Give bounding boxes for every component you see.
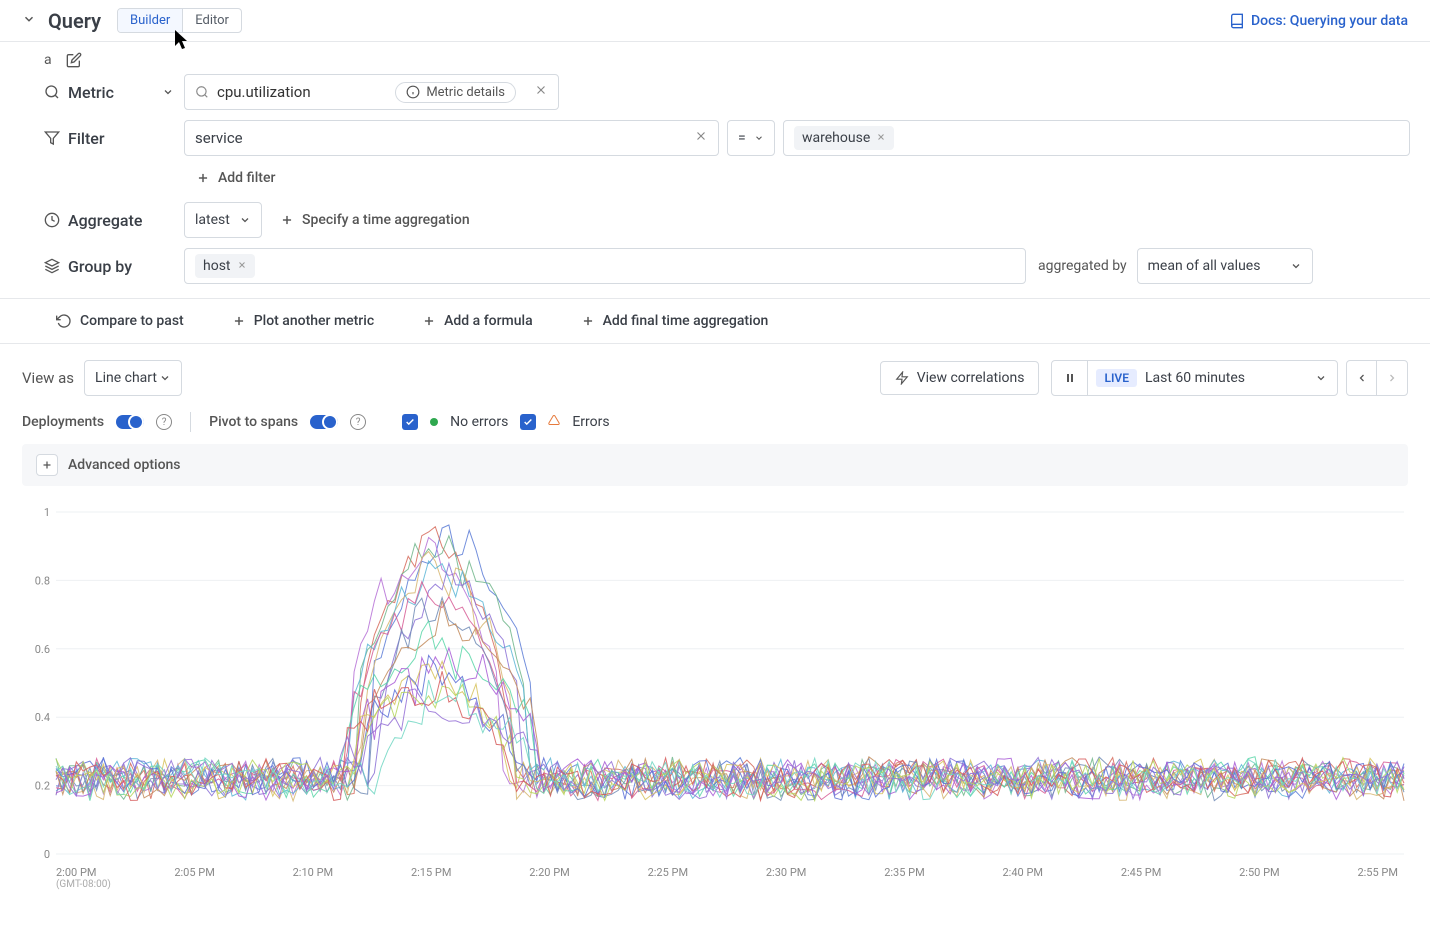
timezone-label: (GMT-08:00) [22,879,1408,890]
docs-link-text: Docs: Querying your data [1251,13,1408,29]
x-axis-labels: 2:00 PM2:05 PM2:10 PM2:15 PM2:20 PM2:25 … [22,864,1408,879]
section-title: Query [48,9,101,33]
no-errors-label: No errors [450,414,508,430]
plus-icon [232,314,246,328]
chevron-down-icon [239,214,251,226]
filter-op: = [738,130,746,146]
clock-icon [44,212,60,228]
deployments-toggle[interactable] [116,415,144,429]
no-errors-checkbox[interactable] [402,414,418,430]
plus-icon [41,459,53,471]
no-errors-dot-icon [430,418,438,426]
metric-input[interactable]: cpu.utilization Metric details [184,74,559,110]
metric-details-button[interactable]: Metric details [395,82,516,103]
pause-button[interactable] [1052,361,1088,395]
line-chart[interactable]: 0 0.2 0.4 0.6 0.8 1 [22,504,1408,864]
view-as-select[interactable]: Line chart [84,360,182,396]
tab-builder[interactable]: Builder [118,9,183,32]
group-by-label-row: Group by [44,257,184,276]
errors-label: Errors [572,414,609,430]
svg-text:1: 1 [44,506,50,519]
aggregated-by-select[interactable]: mean of all values [1137,248,1313,284]
bolt-icon [895,371,909,385]
clear-metric-icon[interactable] [534,83,548,101]
time-range-chevron[interactable] [1305,361,1337,395]
add-final-time-agg-button[interactable]: Add final time aggregation [581,313,769,329]
pivot-help-icon[interactable]: ? [350,414,366,430]
edit-query-icon[interactable] [62,48,86,76]
chevron-right-icon [1386,372,1398,384]
filter-operator-select[interactable]: = [727,120,775,156]
add-formula-button[interactable]: Add a formula [422,313,533,329]
remove-filter-value-icon[interactable] [876,130,886,146]
clear-filter-key-icon[interactable] [694,129,708,147]
filter-key-input[interactable]: service [184,120,719,156]
collapse-chevron-icon[interactable] [22,12,36,30]
svg-text:0: 0 [44,848,50,861]
pivot-toggle[interactable] [310,415,338,429]
query-letter: a [44,52,52,68]
filter-label-row: Filter [44,129,184,148]
advanced-options-row[interactable]: Advanced options [22,444,1408,486]
filter-value-tag: warehouse [794,126,894,150]
aggregate-select[interactable]: latest [184,202,262,238]
tab-editor[interactable]: Editor [183,9,241,32]
chevron-down-icon [1290,260,1302,272]
live-badge: LIVE [1096,369,1137,387]
filter-key-value: service [195,129,684,147]
check-icon [523,417,533,427]
time-nav-buttons [1346,360,1408,396]
time-range-picker: LIVE Last 60 minutes [1051,360,1338,396]
errors-checkbox[interactable] [520,414,536,430]
filter-icon [44,130,60,146]
chevron-left-icon [1356,372,1368,384]
advanced-label: Advanced options [68,457,181,473]
svg-text:0.4: 0.4 [35,711,50,724]
time-next-button[interactable] [1377,361,1407,395]
view-correlations-button[interactable]: View correlations [880,361,1040,395]
layers-icon [44,258,60,274]
search-icon [195,85,209,99]
aggregated-by-label: aggregated by [1038,258,1127,274]
view-as-label: View as [22,369,74,387]
deployments-label: Deployments [22,414,104,430]
docs-link[interactable]: Docs: Querying your data [1229,13,1408,29]
aggregate-label-row: Aggregate [44,211,184,230]
errors-triangle-icon [548,414,560,430]
group-by-tag: host [195,254,255,278]
remove-group-by-icon[interactable] [237,258,247,274]
chevron-down-icon [1315,372,1327,384]
plus-icon [280,213,294,227]
plus-icon [581,314,595,328]
svg-text:0.6: 0.6 [35,643,50,656]
plot-another-metric-button[interactable]: Plot another metric [232,313,374,329]
advanced-expand-icon[interactable] [36,454,58,476]
pause-icon [1064,372,1076,384]
divider [190,412,191,432]
history-icon [56,313,72,329]
chevron-down-icon [162,86,174,98]
metric-dropdown[interactable]: Metric [44,83,184,102]
svg-text:0.2: 0.2 [35,780,50,793]
time-range-text[interactable]: Last 60 minutes [1145,370,1305,386]
metric-label: Metric [68,83,114,102]
info-icon [406,85,420,99]
filter-value-input[interactable]: warehouse [783,120,1410,156]
time-prev-button[interactable] [1347,361,1377,395]
chevron-down-icon [754,133,764,143]
svg-text:0.8: 0.8 [35,574,50,587]
plus-icon [422,314,436,328]
deployments-help-icon[interactable]: ? [156,414,172,430]
pivot-label: Pivot to spans [209,414,298,430]
group-by-input[interactable]: host [184,248,1026,284]
metric-value: cpu.utilization [217,83,311,101]
add-filter-button[interactable]: Add filter [184,166,1410,190]
check-icon [405,417,415,427]
chevron-down-icon [159,372,171,384]
specify-time-aggregation-button[interactable]: Specify a time aggregation [280,212,470,228]
plus-icon [196,171,210,185]
compare-to-past-button[interactable]: Compare to past [56,313,184,329]
